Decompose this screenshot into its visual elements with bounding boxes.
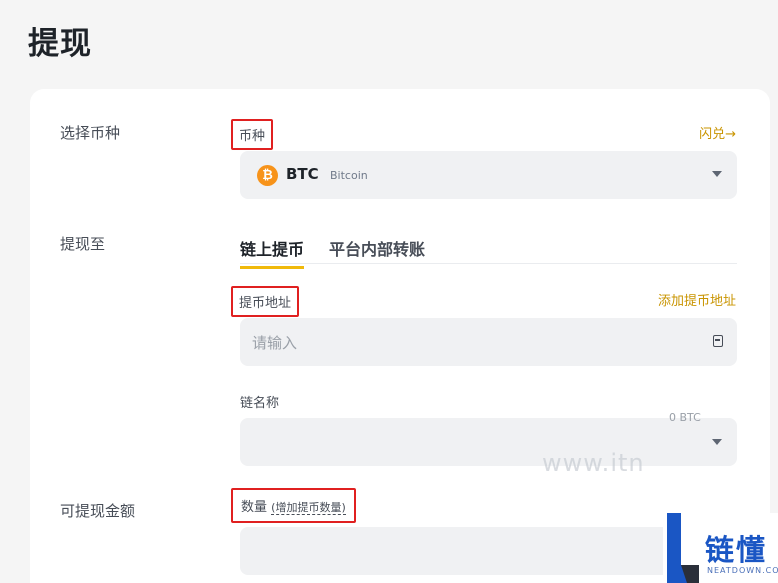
withdraw-card: 选择币种 币种 闪兑→ ₿ BTC Bitcoin 提现至 链上提币 平台内部转… <box>30 89 770 583</box>
coin-name: Bitcoin <box>330 169 368 182</box>
address-input[interactable]: 请输入 <box>240 318 737 366</box>
coin-field-label: 币种 <box>231 119 274 150</box>
address-field-label-text: 提币地址 <box>239 296 292 311</box>
network-select[interactable] <box>240 418 737 466</box>
available-amount-row-label: 可提现金额 <box>60 502 136 520</box>
swap-link[interactable]: 闪兑→ <box>699 123 736 142</box>
network-field-label: 链名称 <box>240 396 280 411</box>
add-address-link[interactable]: 添加提币地址 <box>658 290 736 309</box>
watermark-site-text: www.itn <box>542 449 645 477</box>
address-field-label: 提币地址 <box>231 286 300 317</box>
tab-internal-transfer[interactable]: 平台内部转账 <box>329 236 425 260</box>
bitcoin-icon: ₿ <box>257 165 278 186</box>
coin-field-label-text: 币种 <box>239 129 266 144</box>
address-input-placeholder: 请输入 <box>252 334 298 352</box>
logo-l-icon <box>667 513 699 583</box>
amount-field-label: 数量 (增加提币数量) <box>231 488 356 523</box>
page-title: 提现 <box>28 26 92 62</box>
watermark-logo: 链懂 NEATDOWN.COM <box>663 513 778 583</box>
withdraw-method-tabs: 链上提币 平台内部转账 <box>240 232 737 269</box>
logo-text: 链懂 <box>705 533 768 567</box>
withdraw-to-row-label: 提现至 <box>60 235 106 253</box>
address-book-icon[interactable] <box>713 335 723 347</box>
amount-field-label-text: 数量 <box>241 500 268 515</box>
logo-subtext: NEATDOWN.COM <box>707 566 778 575</box>
select-coin-row-label: 选择币种 <box>60 124 121 142</box>
available-amount-value: 0 BTC <box>669 411 701 424</box>
chevron-down-icon <box>712 171 722 177</box>
increase-amount-link[interactable]: (增加提币数量) <box>271 501 346 515</box>
chevron-down-icon <box>712 439 722 445</box>
tab-on-chain[interactable]: 链上提币 <box>240 236 305 269</box>
coin-symbol: BTC <box>286 165 319 183</box>
coin-select[interactable]: ₿ BTC Bitcoin <box>240 151 737 199</box>
